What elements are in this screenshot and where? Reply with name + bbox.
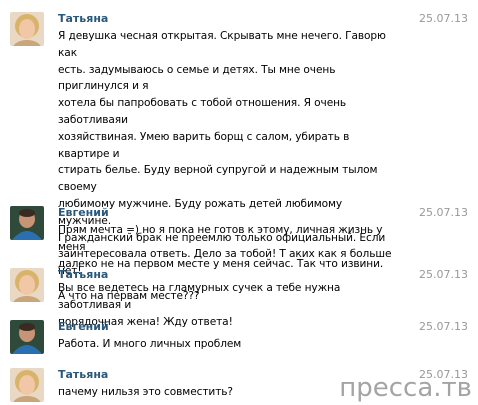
author-name[interactable]: Евгений <box>58 320 109 333</box>
female-avatar-icon <box>10 12 44 46</box>
female-avatar-icon <box>10 368 44 402</box>
author-name[interactable]: Татьяна <box>58 268 108 281</box>
avatar[interactable] <box>10 12 44 46</box>
message-date: 25.07.13 <box>419 12 468 25</box>
male-avatar-icon <box>10 320 44 354</box>
female-avatar-icon <box>10 268 44 302</box>
message-date: 25.07.13 <box>419 320 468 333</box>
author-name[interactable]: Татьяна <box>58 12 108 25</box>
author-name[interactable]: Евгений <box>58 206 109 219</box>
author-name[interactable]: Татьяна <box>58 368 108 381</box>
message-date: 25.07.13 <box>419 206 468 219</box>
avatar[interactable] <box>10 206 44 240</box>
avatar[interactable] <box>10 268 44 302</box>
watermark: пресса.тв <box>339 373 472 403</box>
message-text: Я девушка чесная открытая. Скрывать мне … <box>58 30 392 328</box>
message-text: Работа. И много личных проблем <box>58 338 242 350</box>
message-text: А что на первам месте??? <box>58 290 200 302</box>
male-avatar-icon <box>10 206 44 240</box>
avatar[interactable] <box>10 320 44 354</box>
avatar[interactable] <box>10 368 44 402</box>
message-date: 25.07.13 <box>419 268 468 281</box>
message-text: Прям мечта =) но я пока не готов к этому… <box>58 224 384 270</box>
